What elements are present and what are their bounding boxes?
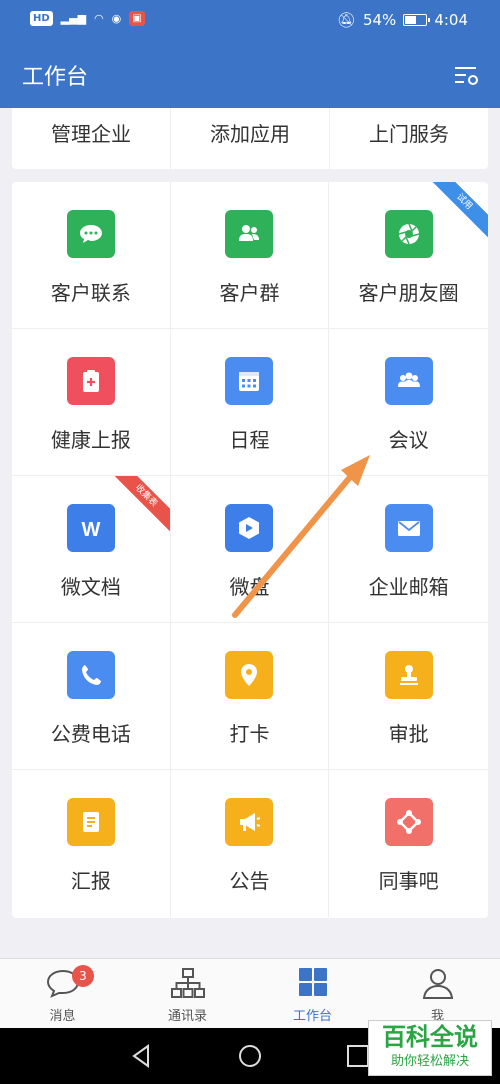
hd-indicator: HD: [30, 11, 53, 26]
health-report-icon: [66, 357, 115, 405]
app-label: 客户群: [219, 281, 280, 305]
group-icon: [225, 210, 274, 258]
meeting-icon: [384, 357, 433, 405]
app-grid: 客户联系 客户群 客户朋友圈 试用健康上报 日程 会议 W 微文档 收集表微盘 企业邮箱公费电话 打…: [12, 182, 488, 917]
grid-icon: [298, 968, 327, 996]
app-label: 客户朋友圈: [358, 281, 459, 305]
report-icon: [66, 798, 115, 846]
document-w-icon: W: [66, 504, 115, 552]
tab-label: 通讯录: [167, 1009, 207, 1024]
status-left-icons: HD ▂▄▆ ◠ ◉ ▣: [30, 11, 145, 26]
title-bar: 工作台: [0, 42, 500, 108]
clock: 4:04: [434, 11, 468, 29]
battery-icon: [403, 14, 431, 26]
phone-icon: [66, 651, 115, 699]
manage-enterprise-button[interactable]: 管理企业: [12, 108, 171, 169]
status-right-icons: 🔕︎ 54% 4:04: [337, 11, 468, 29]
app-label: 公告: [229, 869, 270, 893]
corner-ribbon: 试用: [424, 182, 488, 242]
location-pin-icon: [225, 651, 274, 699]
app-label: 同事吧: [378, 869, 439, 893]
aperture-icon: [384, 210, 433, 258]
app-document-w-tile[interactable]: W 微文档 收集表: [12, 476, 171, 623]
app-grid-card: 客户联系 客户群 客户朋友圈 试用健康上报 日程 会议 W 微文档 收集表微盘 企业邮箱公费电话 打…: [12, 182, 488, 918]
org-chart-icon: [170, 968, 205, 998]
unread-badge: 3: [72, 965, 94, 987]
app-phone-tile[interactable]: 公费电话: [12, 623, 171, 770]
app-label: 客户联系: [50, 281, 131, 305]
watermark-main-text: 百科全说: [382, 1023, 478, 1051]
app-aperture-tile[interactable]: 客户朋友圈 试用: [329, 182, 488, 329]
watermark-logo: 百科全说 助你轻松解决: [368, 1020, 492, 1076]
app-label: 打卡: [229, 722, 270, 746]
app-label: 企业邮箱: [368, 575, 449, 599]
mute-icon: 🔕︎: [336, 11, 356, 29]
app-label: 审批: [388, 722, 429, 746]
settings-icon[interactable]: [452, 62, 480, 90]
tab-me[interactable]: 我: [375, 959, 500, 1028]
app-report-tile[interactable]: 汇报: [12, 770, 171, 917]
app-label: 公费电话: [50, 722, 131, 746]
app-health-report-tile[interactable]: 健康上报: [12, 329, 171, 476]
back-icon[interactable]: [128, 1042, 156, 1070]
app-label: 健康上报: [50, 428, 131, 452]
app-label: 会议: [388, 428, 429, 452]
add-app-button[interactable]: 添加应用: [171, 108, 330, 169]
megaphone-icon: [225, 798, 274, 846]
app-megaphone-tile[interactable]: 公告: [171, 770, 330, 917]
app-label: 日程: [229, 428, 270, 452]
mail-icon: [384, 504, 433, 552]
app-label: 汇报: [70, 869, 111, 893]
calendar-icon: [225, 357, 274, 405]
stamp-icon: [384, 651, 433, 699]
tab-contacts[interactable]: 通讯录: [125, 959, 250, 1028]
shortcut-card: 管理企业 添加应用 上门服务: [12, 108, 488, 169]
home-icon[interactable]: [236, 1042, 264, 1070]
signal-icon: ▂▄▆: [60, 12, 87, 25]
app-label: 微盘: [229, 575, 270, 599]
app-meeting-tile[interactable]: 会议: [329, 329, 488, 476]
app-mail-tile[interactable]: 企业邮箱: [329, 476, 488, 623]
tab-messages[interactable]: 3 消息: [0, 959, 125, 1028]
tab-workbench[interactable]: 工作台: [250, 959, 375, 1028]
battery-percent: 54%: [362, 11, 397, 29]
tab-label: 工作台: [292, 1009, 332, 1024]
person-icon: [422, 969, 453, 999]
watermark-sub-text: 助你轻松解决: [390, 1054, 469, 1069]
svg-text:W: W: [81, 519, 100, 541]
app-notification-icon: ▣: [129, 11, 145, 26]
tab-label: 消息: [49, 1009, 76, 1024]
app-location-pin-tile[interactable]: 打卡: [170, 623, 330, 770]
page-title: 工作台: [22, 65, 89, 90]
app-stamp-tile[interactable]: 审批: [329, 623, 488, 770]
network-icon: [384, 798, 433, 846]
chat-bubble-icon: [66, 210, 115, 258]
onsite-service-button[interactable]: 上门服务: [330, 108, 488, 169]
wifi-icon: ◠: [94, 12, 104, 25]
status-bar: HD ▂▄▆ ◠ ◉ ▣ 🔕︎ 54% 4:04: [0, 0, 500, 42]
eye-icon: ◉: [111, 12, 122, 25]
app-calendar-tile[interactable]: 日程: [170, 329, 330, 476]
app-cloud-disk-tile[interactable]: 微盘: [170, 476, 330, 623]
app-chat-bubble-tile[interactable]: 客户联系: [12, 182, 171, 329]
app-group-tile[interactable]: 客户群: [170, 182, 330, 329]
app-label: 微文档: [60, 575, 121, 599]
cloud-disk-icon: [225, 504, 274, 552]
corner-ribbon: 收集表: [106, 476, 170, 536]
app-network-tile[interactable]: 同事吧: [329, 770, 488, 917]
tab-bar: 3 消息 通讯录 工作台 我: [0, 958, 500, 1028]
